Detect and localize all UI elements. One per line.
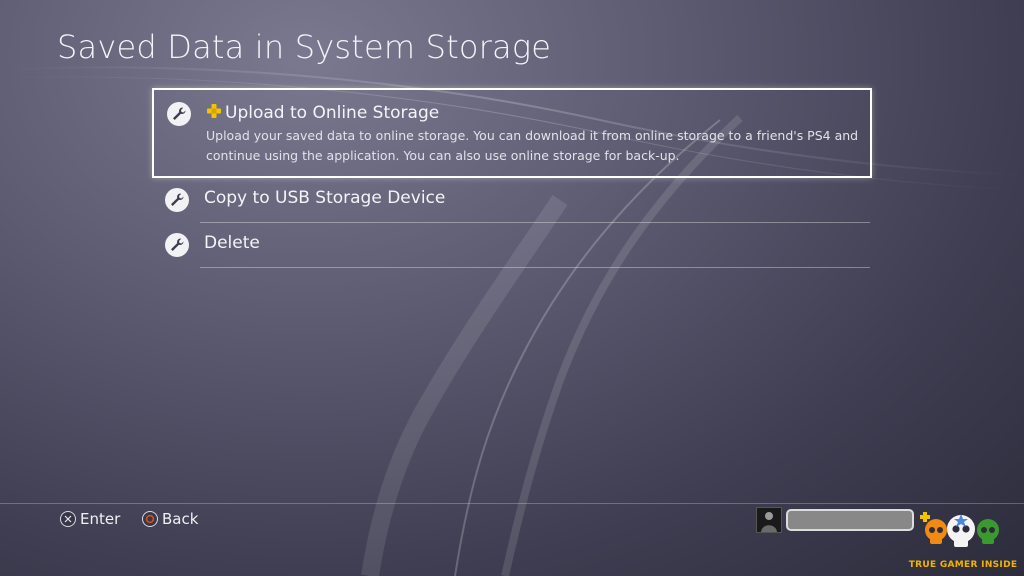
- footer-divider: [0, 503, 1024, 504]
- menu-item-label: Delete: [204, 233, 260, 253]
- page-title: Saved Data in System Storage: [57, 28, 552, 66]
- user-name-field: [786, 509, 914, 531]
- cross-button-icon: [60, 511, 76, 527]
- menu-item-delete[interactable]: Delete: [152, 223, 872, 268]
- divider: [200, 267, 870, 268]
- enter-hint[interactable]: Enter: [60, 510, 120, 528]
- enter-label: Enter: [80, 510, 121, 528]
- menu-item-description: Upload your saved data to online storage…: [206, 128, 859, 163]
- wrench-icon: [167, 102, 191, 126]
- back-label: Back: [162, 510, 199, 528]
- menu-item-label: Copy to USB Storage Device: [204, 188, 446, 208]
- user-info: [756, 507, 914, 533]
- circle-button-icon: [142, 511, 158, 527]
- menu-item-upload-online-storage[interactable]: Upload to Online Storage Upload your sav…: [152, 88, 872, 178]
- wrench-icon: [165, 188, 189, 212]
- back-hint[interactable]: Back: [142, 510, 198, 528]
- user-avatar[interactable]: [756, 507, 782, 533]
- background-wave: [0, 66, 1024, 576]
- menu-item-copy-usb[interactable]: Copy to USB Storage Device: [152, 178, 872, 223]
- menu-item-label: Upload to Online Storage: [225, 103, 440, 123]
- ps-plus-icon: [206, 103, 222, 124]
- watermark-text: TRUE GAMER INSIDE: [908, 560, 1018, 570]
- menu-list: Upload to Online Storage Upload your sav…: [152, 88, 872, 268]
- wrench-icon: [165, 233, 189, 257]
